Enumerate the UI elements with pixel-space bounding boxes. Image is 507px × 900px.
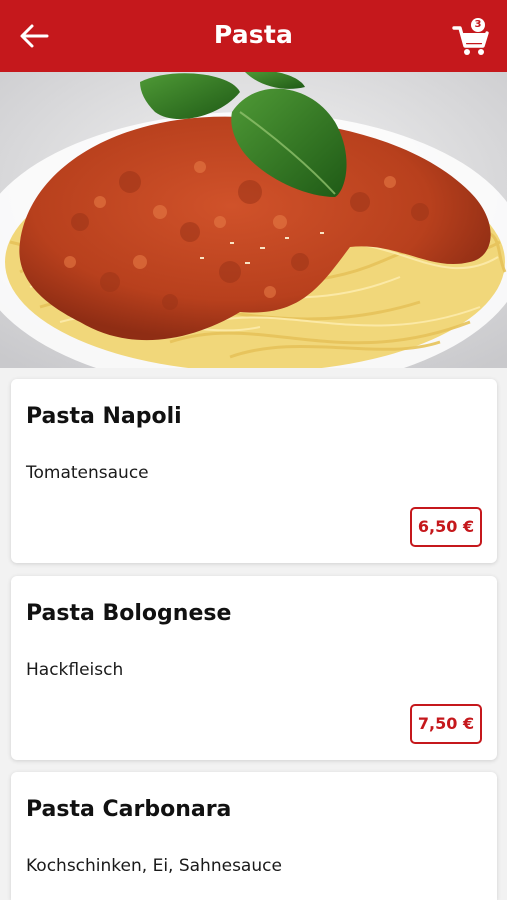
menu-item-name: Pasta Napoli [26, 404, 182, 429]
menu-item-pasta-napoli[interactable]: Pasta Napoli Tomatensauce 6,50 € [11, 379, 497, 563]
page-title: Pasta [213, 20, 294, 49]
menu-item-pasta-bolognese[interactable]: Pasta Bolognese Hackfleisch 7,50 € [11, 576, 497, 760]
menu-item-pasta-carbonara[interactable]: Pasta Carbonara Kochschinken, Ei, Sahnes… [11, 772, 497, 900]
app-header: Pasta 3 [0, 0, 507, 72]
menu-item-name: Pasta Bolognese [26, 601, 232, 626]
menu-item-description: Tomatensauce [26, 463, 149, 483]
cart-count-badge: 3 [471, 18, 485, 32]
spaghetti-bolognese-photo [0, 72, 507, 368]
menu-item-name: Pasta Carbonara [26, 797, 232, 822]
menu-item-description: Kochschinken, Ei, Sahnesauce [26, 856, 282, 876]
cart-button[interactable]: 3 [450, 14, 492, 58]
price-button[interactable]: 6,50 € [410, 507, 482, 547]
category-hero-image [0, 72, 507, 368]
menu-item-description: Hackfleisch [26, 660, 124, 680]
price-button[interactable]: 7,50 € [410, 704, 482, 744]
